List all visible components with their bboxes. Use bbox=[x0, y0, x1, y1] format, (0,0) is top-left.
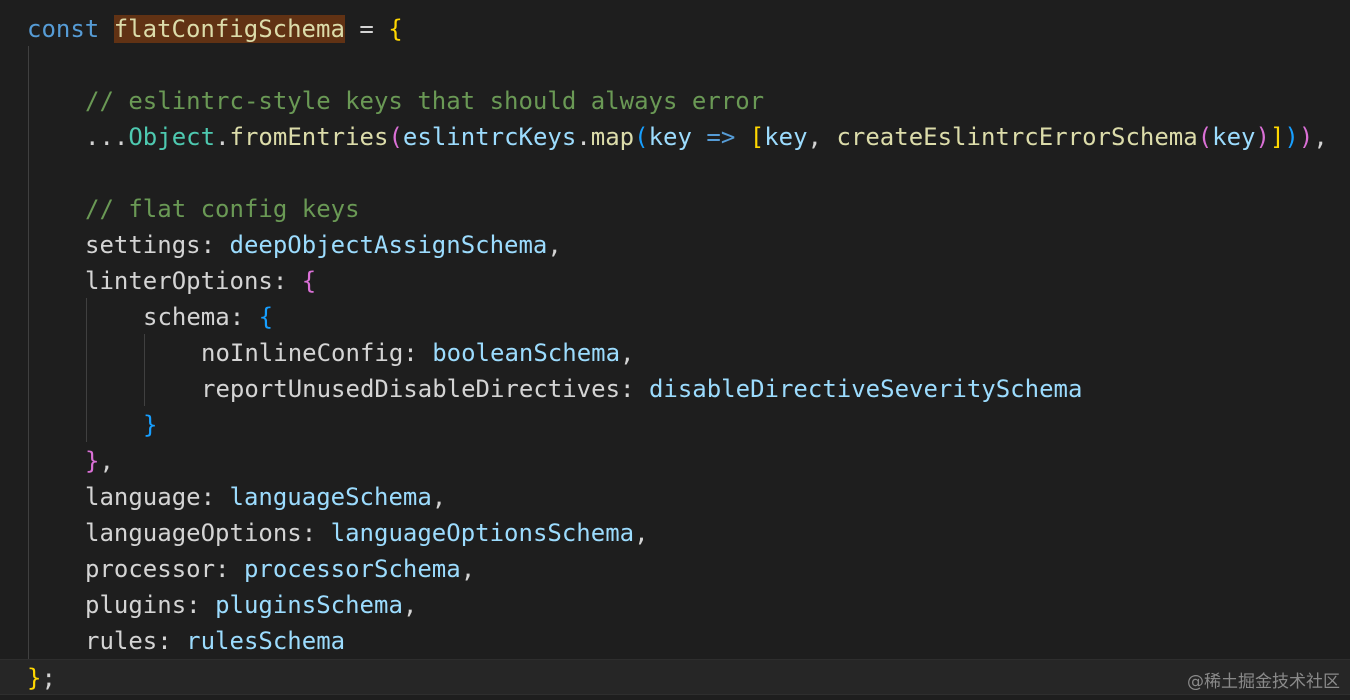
property-value: deepObjectAssignSchema bbox=[229, 231, 548, 259]
code-line-19[interactable]: }; bbox=[0, 659, 1350, 695]
indent-guide-level-2 bbox=[86, 298, 87, 442]
comma: , bbox=[634, 519, 649, 547]
code-line-17[interactable]: plugins: pluginsSchema, bbox=[85, 587, 417, 623]
function-call: map bbox=[590, 123, 635, 151]
code-line-12[interactable]: } bbox=[143, 407, 157, 443]
paren-close: ) bbox=[1284, 123, 1299, 151]
dot: . bbox=[215, 123, 230, 151]
colon: : bbox=[272, 267, 302, 295]
open-brace: { bbox=[388, 15, 403, 43]
comma: , bbox=[402, 591, 418, 619]
colon: : bbox=[301, 519, 331, 547]
colon: : bbox=[215, 555, 244, 583]
code-editor[interactable]: const flatConfigSchema = { // eslintrc-s… bbox=[0, 0, 1350, 700]
comma: , bbox=[431, 483, 447, 511]
bracket-open: [ bbox=[749, 123, 765, 151]
colon: : bbox=[157, 627, 187, 655]
colon: : bbox=[229, 303, 259, 331]
code-line-1[interactable]: const flatConfigSchema = { bbox=[27, 11, 403, 47]
colon: : bbox=[403, 339, 433, 367]
object-identifier: Object bbox=[128, 123, 216, 151]
comma: , bbox=[460, 555, 476, 583]
property-key: schema bbox=[143, 303, 230, 331]
code-line-13[interactable]: }, bbox=[85, 443, 114, 479]
code-line-4[interactable]: ...Object.fromEntries(eslintrcKeys.map(k… bbox=[85, 119, 1328, 155]
comment: // flat config keys bbox=[85, 195, 360, 223]
comma: , bbox=[620, 339, 635, 367]
colon: : bbox=[186, 591, 216, 619]
selected-identifier[interactable]: flatConfigSchema bbox=[113, 15, 345, 43]
bracket-close: ] bbox=[1269, 123, 1285, 151]
property-value: languageSchema bbox=[229, 483, 432, 511]
property-key: language bbox=[85, 483, 201, 511]
code-line-6[interactable]: // flat config keys bbox=[85, 191, 360, 227]
function-call: fromEntries bbox=[229, 123, 389, 151]
code-line-18[interactable]: rules: rulesSchema bbox=[85, 623, 345, 659]
variable: key bbox=[1212, 123, 1256, 151]
indent-guide-level-1 bbox=[28, 46, 29, 660]
colon: : bbox=[200, 231, 230, 259]
property-value: booleanSchema bbox=[432, 339, 621, 367]
variable: eslintrcKeys bbox=[402, 123, 577, 151]
code-line-7[interactable]: settings: deepObjectAssignSchema, bbox=[85, 227, 562, 263]
close-brace: } bbox=[27, 664, 42, 692]
comment: // eslintrc-style keys that should alway… bbox=[85, 87, 765, 115]
property-key: noInlineConfig bbox=[201, 339, 404, 367]
property-key: linterOptions bbox=[85, 267, 273, 295]
code-line-11[interactable]: reportUnusedDisableDirectives: disableDi… bbox=[201, 371, 1082, 407]
property-key: plugins bbox=[85, 591, 187, 619]
property-value: processorSchema bbox=[243, 555, 461, 583]
keyword-const: const bbox=[27, 15, 100, 43]
code-line-3[interactable]: // eslintrc-style keys that should alway… bbox=[85, 83, 764, 119]
paren-close: ) bbox=[1298, 123, 1314, 151]
comma: , bbox=[547, 231, 562, 259]
arrow-operator: => bbox=[691, 123, 750, 151]
spread-operator: ... bbox=[85, 123, 129, 151]
colon: : bbox=[620, 375, 649, 403]
comma: , bbox=[1313, 123, 1328, 151]
property-value: languageOptionsSchema bbox=[330, 519, 635, 547]
code-line-16[interactable]: processor: processorSchema, bbox=[85, 551, 475, 587]
property-key: languageOptions bbox=[85, 519, 302, 547]
paren-open: ( bbox=[388, 123, 403, 151]
paren-open: ( bbox=[634, 123, 649, 151]
code-line-14[interactable]: language: languageSchema, bbox=[85, 479, 446, 515]
code-line-15[interactable]: languageOptions: languageOptionsSchema, bbox=[85, 515, 649, 551]
indent-guide-level-3 bbox=[144, 334, 145, 406]
property-value: disableDirectiveSeveritySchema bbox=[648, 375, 1083, 403]
comma: , bbox=[99, 447, 114, 475]
dot: . bbox=[576, 123, 591, 151]
close-brace: } bbox=[85, 447, 100, 475]
paren-close: ) bbox=[1255, 123, 1270, 151]
function-call: createEslintrcErrorSchema bbox=[836, 123, 1198, 151]
property-key: settings bbox=[85, 231, 201, 259]
property-key: reportUnusedDisableDirectives bbox=[201, 375, 621, 403]
colon: : bbox=[200, 483, 230, 511]
paren-open: ( bbox=[1197, 123, 1213, 151]
open-brace: { bbox=[301, 267, 317, 295]
code-line-9[interactable]: schema: { bbox=[143, 299, 273, 335]
close-brace: } bbox=[143, 411, 158, 439]
parameter: key bbox=[648, 123, 692, 151]
comma: , bbox=[807, 123, 837, 151]
property-key: processor bbox=[85, 555, 216, 583]
open-brace: { bbox=[258, 303, 274, 331]
semicolon: ; bbox=[41, 664, 56, 692]
property-key: rules bbox=[85, 627, 158, 655]
assign-operator: = bbox=[344, 15, 389, 43]
variable: key bbox=[764, 123, 808, 151]
property-value: rulesSchema bbox=[186, 627, 346, 655]
watermark-text: @稀土掘金技术社区 bbox=[1187, 672, 1340, 692]
property-value: pluginsSchema bbox=[215, 591, 403, 619]
code-line-10[interactable]: noInlineConfig: booleanSchema, bbox=[201, 335, 635, 371]
code-line-8[interactable]: linterOptions: { bbox=[85, 263, 316, 299]
